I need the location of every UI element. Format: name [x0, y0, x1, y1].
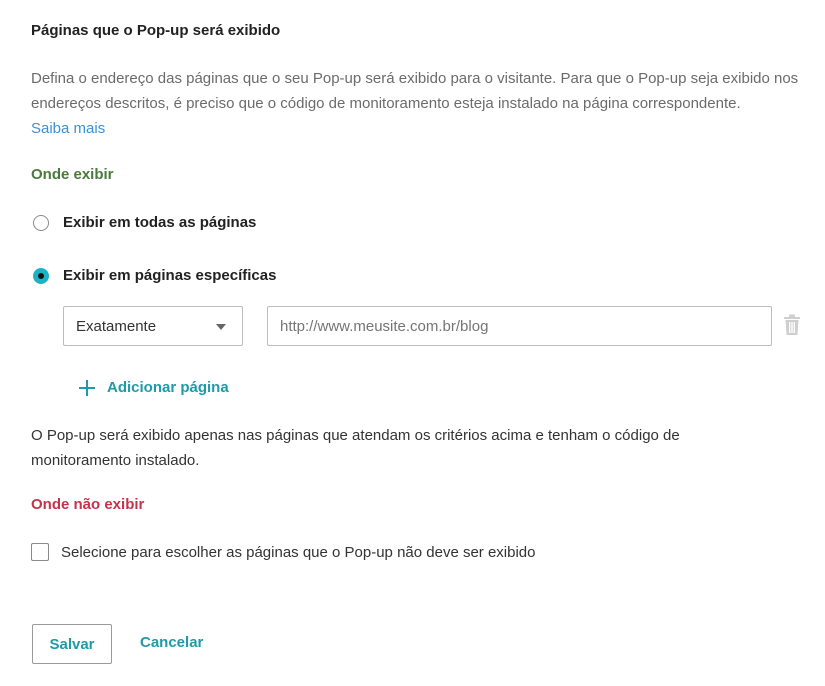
- add-page-label: Adicionar página: [107, 379, 229, 396]
- match-type-value: Exatamente: [76, 317, 157, 335]
- description-text: Defina o endereço das páginas que o seu …: [31, 70, 799, 112]
- save-button[interactable]: Salvar: [32, 624, 112, 664]
- radio-label: Exibir em páginas específicas: [63, 267, 277, 284]
- exclude-pages-checkbox[interactable]: [31, 543, 49, 561]
- hide-section-heading: Onde não exibir: [31, 496, 145, 513]
- match-type-select[interactable]: Exatamente: [63, 306, 243, 346]
- radio-label: Exibir em todas as páginas: [63, 214, 257, 231]
- page-title: Páginas que o Pop-up será exibido: [31, 22, 281, 39]
- trash-icon[interactable]: [783, 314, 801, 336]
- radio-button[interactable]: [33, 214, 49, 231]
- url-input[interactable]: [267, 306, 772, 346]
- cancel-button[interactable]: Cancelar: [140, 634, 203, 651]
- show-section-note: O Pop-up será exibido apenas nas páginas…: [31, 427, 680, 469]
- add-page-button[interactable]: Adicionar página: [79, 379, 229, 396]
- radio-button-selected[interactable]: [33, 267, 49, 284]
- radio-show-specific-pages[interactable]: Exibir em páginas específicas: [33, 267, 276, 284]
- exclude-pages-label: Selecione para escolher as páginas que o…: [61, 543, 536, 561]
- show-section-heading: Onde exibir: [31, 166, 114, 183]
- radio-show-all-pages[interactable]: Exibir em todas as páginas: [33, 214, 256, 231]
- learn-more-link[interactable]: Saiba mais: [31, 120, 105, 137]
- exclude-pages-checkbox-row[interactable]: Selecione para escolher as páginas que o…: [31, 543, 536, 561]
- plus-icon: [79, 379, 95, 396]
- description: Defina o endereço das páginas que o seu …: [31, 66, 806, 141]
- caret-down-icon: [216, 324, 226, 330]
